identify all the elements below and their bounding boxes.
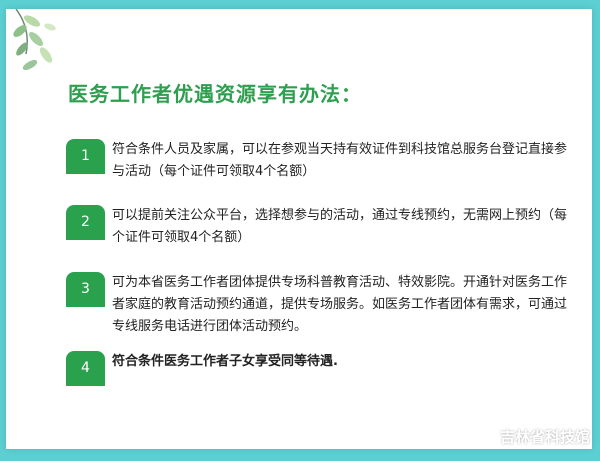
- number-badge: 3: [66, 272, 105, 307]
- number-badge: 2: [66, 205, 105, 240]
- number-badge: 1: [66, 139, 105, 174]
- content-card: 医务工作者优遇资源享有办法： 1 符合条件人员及家属，可以在参观当天持有效证件到…: [6, 9, 592, 449]
- item-text: 可以提前关注公众平台，选择想参与的活动，通过专线预约，无需网上预约（每个证件可领…: [112, 208, 568, 245]
- leaf-decoration-icon: [13, 9, 56, 71]
- account-name: 吉林省科技馆: [499, 428, 590, 446]
- item-text: 符合条件人员及家属，可以在参观当天持有效证件到科技馆总服务台登记直接参与活动（每…: [112, 142, 568, 179]
- number-badge: 4: [66, 351, 105, 386]
- item-text: 可为本省医务工作者团体提供专场科普教育活动、特效影院。开通针对医务工作者家庭的教…: [112, 275, 568, 334]
- item-text: 符合条件医务工作者子女享受同等待遇.: [112, 354, 338, 369]
- page-title: 医务工作者优遇资源享有办法：: [68, 82, 362, 106]
- wechat-icon: [468, 426, 494, 446]
- account-watermark: 吉林省科技馆: [468, 426, 590, 447]
